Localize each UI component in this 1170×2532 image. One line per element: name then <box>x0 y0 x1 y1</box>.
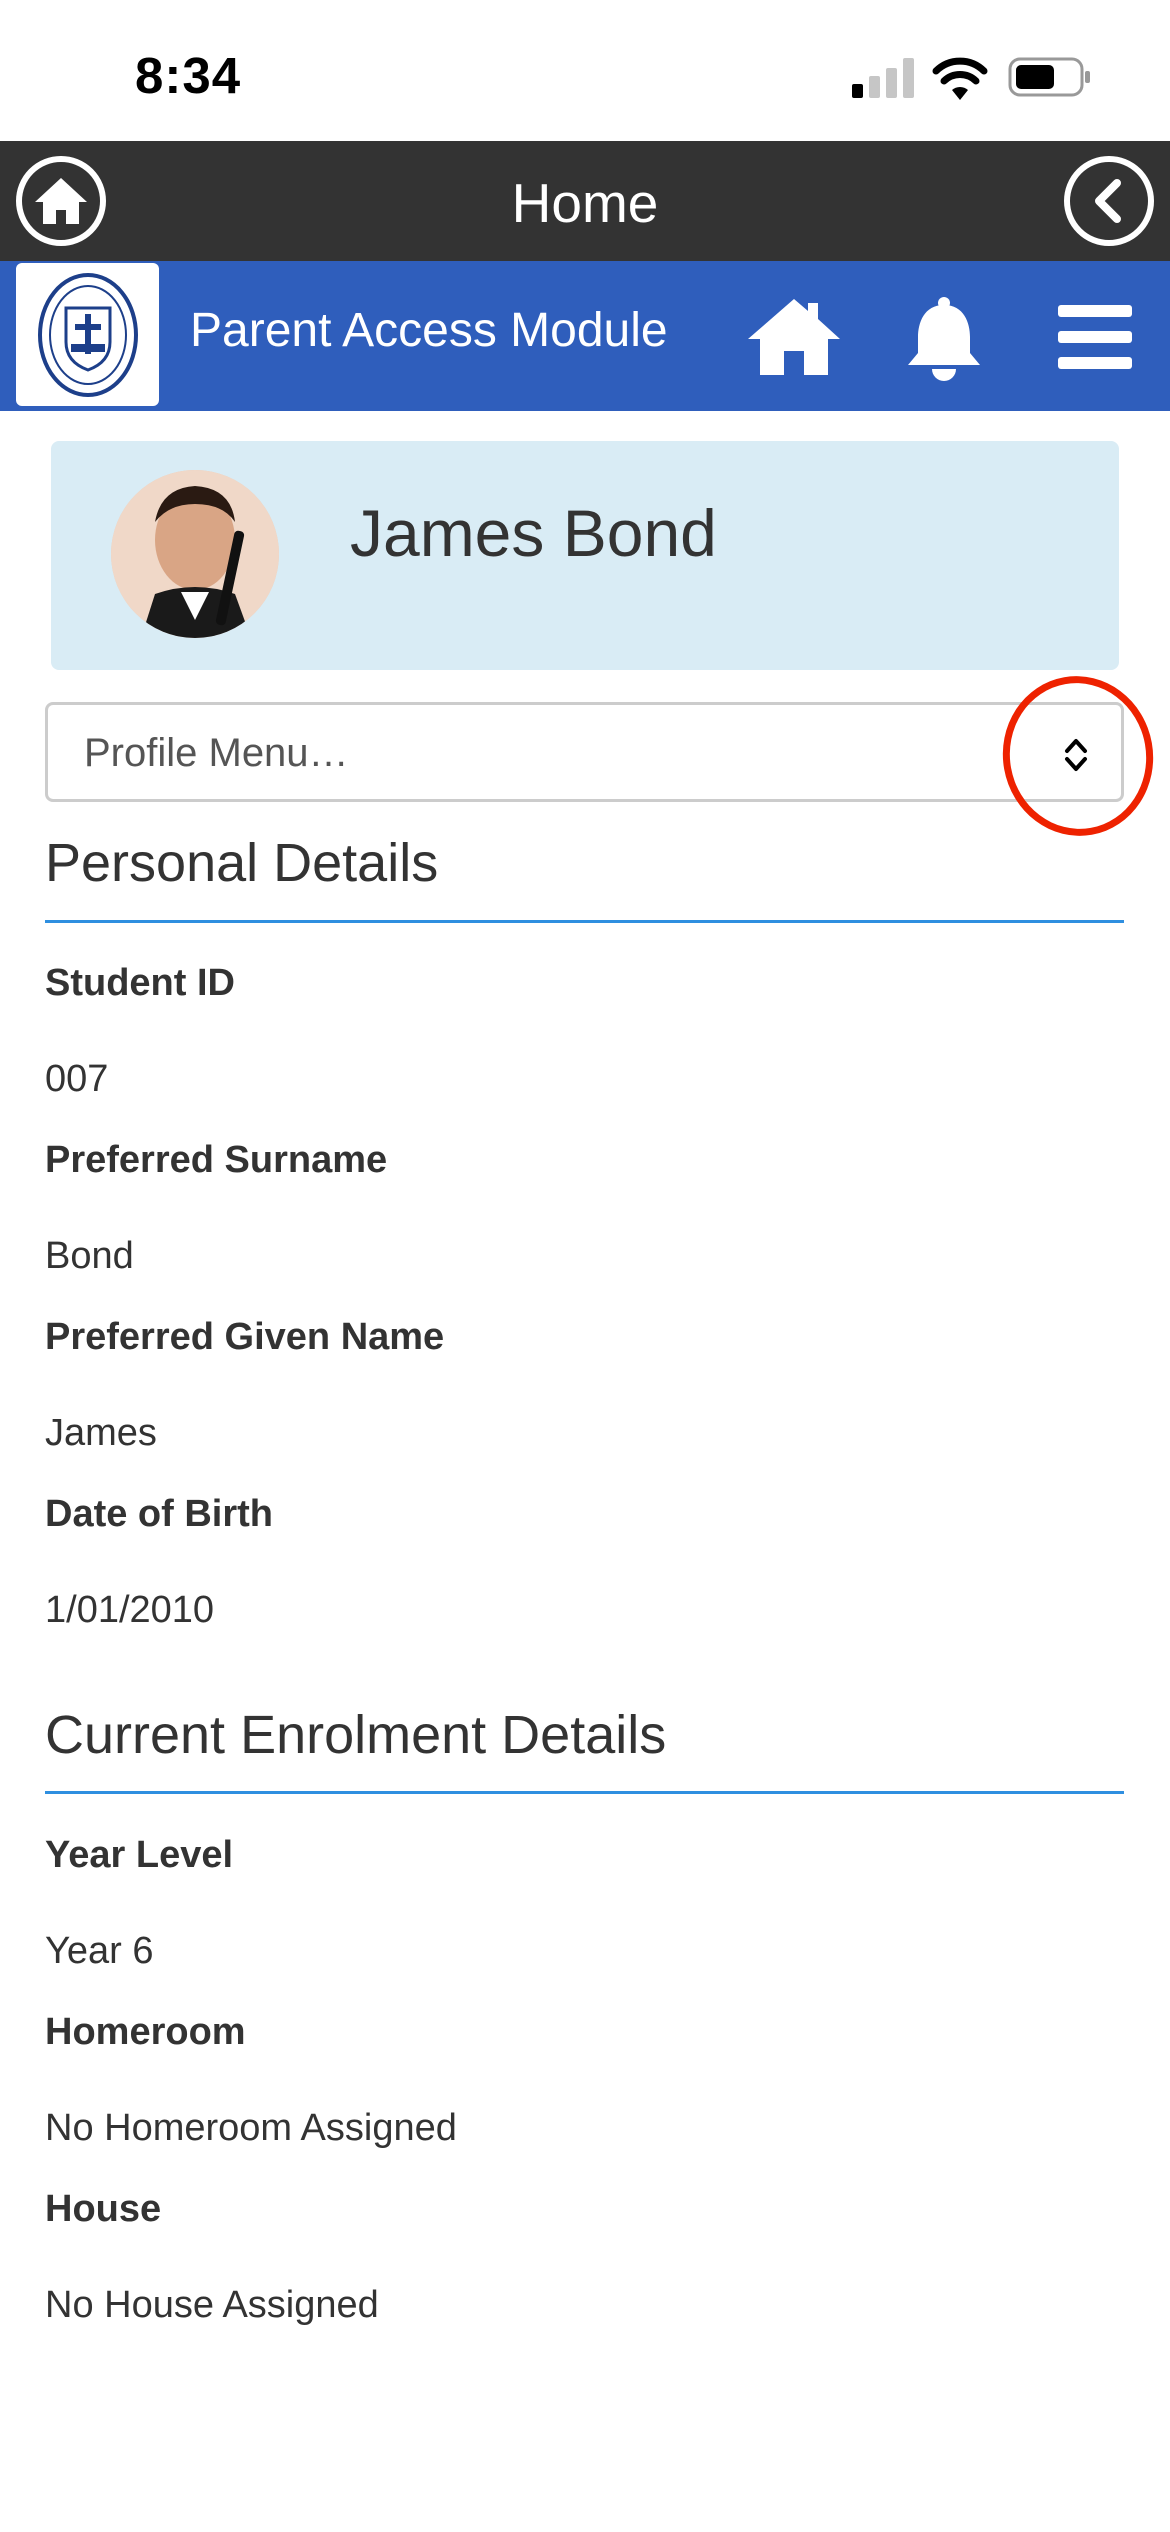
field-value-preferred-given-name: James <box>45 1412 157 1454</box>
battery-icon <box>1008 57 1090 97</box>
field-value-preferred-surname: Bond <box>45 1235 134 1277</box>
section-divider <box>45 1791 1124 1794</box>
profile-menu-selected-value: Profile Menu… <box>84 731 349 775</box>
enrolment-details-heading: Current Enrolment Details <box>45 1705 667 1765</box>
red-annotation-circle <box>990 664 1166 848</box>
module-title: Parent Access Module <box>190 304 668 357</box>
profile-menu-select[interactable]: Profile Menu… <box>45 702 1124 802</box>
status-bar: 8:34 <box>0 0 1170 141</box>
field-label-homeroom: Homeroom <box>45 2011 246 2053</box>
field-label-date-of-birth: Date of Birth <box>45 1493 273 1535</box>
field-label-preferred-given-name: Preferred Given Name <box>45 1316 445 1358</box>
field-value-homeroom: No Homeroom Assigned <box>45 2107 457 2149</box>
field-label-preferred-surname: Preferred Surname <box>45 1139 388 1181</box>
module-navbar: Parent Access Module <box>0 261 1170 411</box>
app-header: Home <box>0 141 1170 261</box>
field-label-house: House <box>45 2188 162 2230</box>
field-label-year-level: Year Level <box>45 1834 234 1876</box>
field-value-year-level: Year 6 <box>45 1930 154 1972</box>
field-label-student-id: Student ID <box>45 962 235 1004</box>
section-divider <box>45 920 1124 923</box>
field-value-date-of-birth: 1/01/2010 <box>45 1589 215 1631</box>
page-title: Home <box>511 172 659 234</box>
home-icon[interactable] <box>746 297 842 377</box>
status-time: 8:34 <box>135 47 242 104</box>
avatar <box>111 470 279 638</box>
student-profile-card: James Bond <box>51 441 1119 670</box>
back-circle-icon <box>1095 179 1121 223</box>
cellular-signal-icon <box>852 58 916 98</box>
field-value-house: No House Assigned <box>45 2284 379 2326</box>
field-value-student-id: 007 <box>45 1058 109 1100</box>
school-logo <box>16 263 159 406</box>
back-button[interactable] <box>1064 156 1154 246</box>
menu-icon[interactable] <box>1058 305 1132 369</box>
personal-details-heading: Personal Details <box>45 833 439 893</box>
wifi-icon <box>932 57 988 100</box>
bell-icon[interactable] <box>906 297 982 381</box>
student-name: James Bond <box>350 496 717 570</box>
